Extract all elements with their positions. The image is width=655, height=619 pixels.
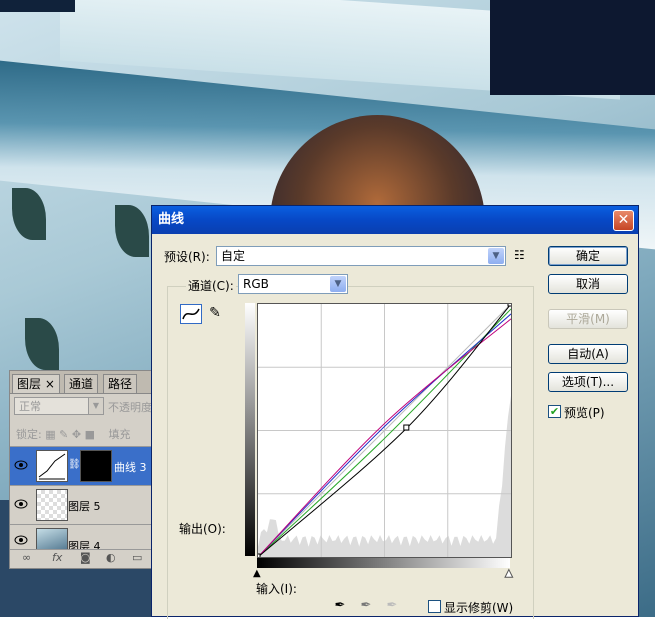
show-clipping-label: 显示修剪(W)	[444, 601, 514, 615]
tab-channels-label: 通道	[69, 377, 94, 391]
blend-mode-value: 正常	[19, 400, 41, 413]
tab-paths[interactable]: 路径	[103, 374, 138, 393]
layers-panel-footer: ∞ fx ◙ ◐ ▭	[10, 549, 152, 568]
layers-panel: 图层 × 通道 路径 正常 ▼ 不透明度 锁定: ▦ ✎ ✥ ■ 填充 ⛓ 曲线…	[9, 370, 153, 569]
output-gradient-bar	[245, 303, 255, 556]
tab-channels[interactable]: 通道	[64, 374, 99, 393]
curve-control-point[interactable]	[254, 553, 261, 560]
eye-icon[interactable]	[14, 499, 28, 509]
auto-button[interactable]: 自动(A)	[548, 344, 628, 364]
preview-checkbox[interactable]: ✔	[548, 405, 561, 418]
channel-label: 通道(C):	[186, 277, 236, 294]
layer-row[interactable]: ⛓ 曲线 3	[10, 446, 152, 485]
pencil-icon: ✎	[209, 305, 221, 321]
fx-icon[interactable]: fx	[52, 551, 62, 564]
curve-point-tool[interactable]	[180, 304, 202, 324]
channel-select[interactable]: RGB ▼	[238, 274, 348, 294]
preset-menu-icon[interactable]: ☷	[514, 248, 525, 262]
lock-label: 锁定:	[16, 428, 42, 441]
close-icon[interactable]: ×	[45, 377, 55, 391]
eye-icon[interactable]	[14, 460, 28, 470]
layer-thumbnail	[36, 489, 68, 521]
ok-button[interactable]: 确定	[548, 246, 628, 266]
photo-window	[490, 0, 655, 95]
lock-move-icon[interactable]: ✥	[72, 428, 81, 441]
input-label: 输入(I):	[256, 582, 297, 596]
lock-transparent-icon[interactable]: ▦	[45, 428, 55, 441]
pencil-tool[interactable]: ✎	[204, 304, 226, 324]
photo-leaf	[12, 188, 46, 240]
curves-plot[interactable]	[254, 300, 514, 560]
lock-brush-icon[interactable]: ✎	[59, 428, 68, 441]
smooth-button[interactable]: 平滑(M)	[548, 309, 628, 329]
chevron-down-icon: ▼	[88, 398, 103, 414]
gray-eyedropper-icon[interactable]: ✒	[358, 598, 374, 614]
white-eyedropper-icon[interactable]: ✒	[384, 598, 400, 614]
lock-all-icon[interactable]: ■	[85, 428, 95, 441]
layer-name: 曲线 3	[114, 461, 147, 474]
dialog-titlebar[interactable]: 曲线 ✕	[152, 206, 638, 234]
preset-select[interactable]: 自定 ▼	[216, 246, 506, 266]
photo-leaf	[25, 318, 59, 370]
input-gradient-bar	[257, 558, 510, 568]
link-layers-icon[interactable]: ∞	[22, 551, 31, 564]
layer-name: 图层 5	[68, 500, 101, 513]
preview-label: 预览(P)	[564, 406, 605, 420]
layer-mask-thumbnail[interactable]	[80, 450, 112, 482]
channel-value: RGB	[243, 277, 269, 291]
tab-layers-label: 图层	[17, 377, 42, 391]
layer-name: 图层 4	[68, 540, 101, 549]
cancel-button[interactable]: 取消	[548, 274, 628, 294]
layer-row[interactable]: 图层 5	[10, 485, 152, 524]
layer-thumbnail	[36, 528, 68, 549]
mask-icon[interactable]: ◙	[80, 551, 91, 564]
eye-icon[interactable]	[14, 535, 28, 545]
curve-tool-icon	[182, 308, 200, 320]
adjustment-icon[interactable]: ◐	[106, 551, 116, 564]
fill-label: 填充	[108, 428, 131, 441]
output-label: 输出(O):	[179, 522, 226, 536]
close-icon[interactable]: ✕	[613, 210, 634, 231]
black-eyedropper-icon[interactable]: ✒	[332, 598, 348, 614]
blend-mode-select[interactable]: 正常 ▼	[14, 397, 104, 415]
opacity-label: 不透明度	[108, 401, 152, 414]
chevron-down-icon: ▼	[330, 276, 346, 292]
preset-value: 自定	[221, 249, 246, 263]
curves-adjustment-thumbnail	[36, 450, 68, 482]
chevron-down-icon: ▼	[488, 248, 504, 264]
curves-graph[interactable]	[254, 300, 514, 560]
show-clipping-checkbox[interactable]	[428, 600, 441, 613]
group-icon[interactable]: ▭	[132, 551, 142, 564]
layers-panel-tabs: 图层 × 通道 路径	[10, 371, 152, 394]
tab-layers[interactable]: 图层 ×	[12, 374, 60, 393]
chain-link-icon[interactable]: ⛓	[68, 459, 81, 470]
lock-row: 锁定: ▦ ✎ ✥ ■ 填充	[16, 426, 130, 442]
white-point-slider-icon[interactable]: ▲	[505, 568, 514, 580]
layer-row[interactable]: 图层 4	[10, 524, 152, 549]
preset-label: 预设(R):	[164, 250, 210, 264]
curve-control-point[interactable]	[403, 424, 410, 431]
dialog-title: 曲线	[158, 212, 185, 227]
options-button[interactable]: 选项(T)...	[548, 372, 628, 392]
photo-window	[0, 0, 75, 12]
curves-dialog: 曲线 ✕ 预设(R): 自定 ▼ ☷ 通道(C): RGB ▼ ✎ 输出(O):…	[151, 205, 639, 619]
tab-paths-label: 路径	[108, 377, 133, 391]
photo-leaf	[115, 205, 149, 257]
black-point-slider-icon[interactable]: ▲	[253, 568, 261, 579]
curve-control-point[interactable]	[507, 300, 514, 307]
